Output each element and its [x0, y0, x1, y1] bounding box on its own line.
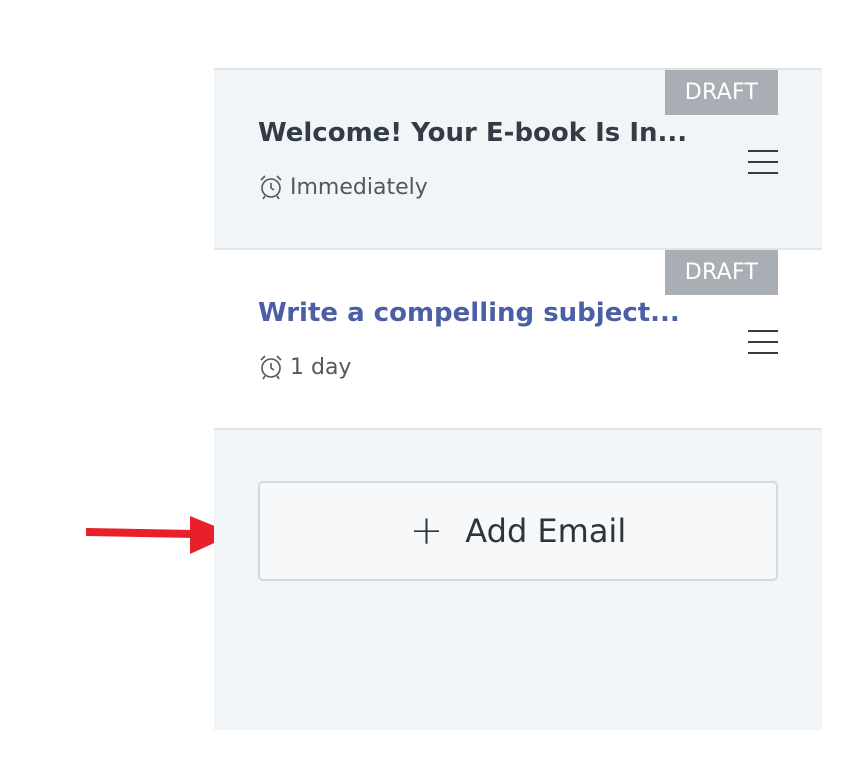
draft-badge: DRAFT [665, 70, 778, 115]
email-card[interactable]: DRAFT Welcome! Your E-book Is In... Imme… [214, 68, 822, 248]
timing-label: Immediately [290, 174, 428, 200]
email-sequence-panel: DRAFT Welcome! Your E-book Is In... Imme… [214, 68, 822, 730]
reorder-menu-icon[interactable] [748, 330, 778, 354]
divider [214, 428, 822, 430]
email-timing: 1 day [258, 354, 351, 380]
email-subject[interactable]: Write a compelling subject... [258, 298, 680, 328]
email-timing: Immediately [258, 174, 428, 200]
draft-badge: DRAFT [665, 250, 778, 295]
add-email-label: Add Email [465, 512, 627, 550]
plus-icon: + [409, 508, 444, 554]
alarm-clock-icon [260, 175, 282, 200]
email-card[interactable]: DRAFT Write a compelling subject... 1 da… [214, 248, 822, 428]
add-email-button[interactable]: + Add Email [258, 481, 778, 581]
timing-label: 1 day [290, 354, 352, 380]
reorder-menu-icon[interactable] [748, 150, 778, 174]
alarm-clock-icon [260, 355, 282, 380]
email-subject[interactable]: Welcome! Your E-book Is In... [258, 118, 687, 148]
